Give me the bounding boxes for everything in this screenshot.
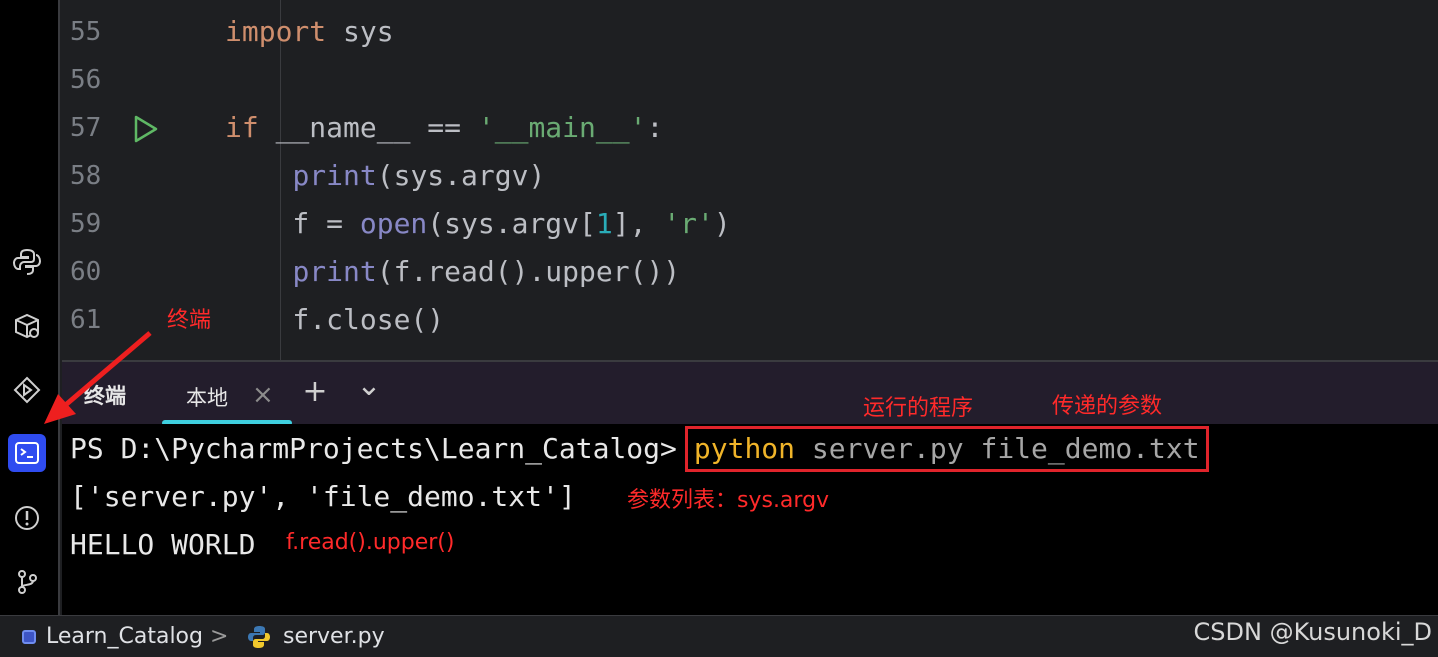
code-line[interactable]: 58 print(sys.argv) — [62, 152, 1438, 200]
git-icon[interactable] — [8, 563, 46, 601]
code-text: print(sys.argv) — [225, 152, 545, 200]
code-token: import — [225, 15, 327, 48]
annotation-argv: 参数列表：sys.argv — [627, 488, 830, 513]
line-number: 57 — [70, 113, 102, 143]
code-line[interactable]: 59 f = open(sys.argv[1], 'r') — [62, 200, 1438, 248]
terminal-command-line: PS D:\PycharmProjects\Learn_Catalog> pyth… — [70, 426, 1209, 472]
code-token: 'r' — [663, 207, 714, 240]
code-token: f = — [225, 207, 360, 240]
tab-local-label: 本地 — [186, 386, 228, 410]
code-token: print — [292, 255, 377, 288]
code-token: ) — [713, 207, 731, 240]
python-file-icon — [246, 624, 272, 656]
code-line[interactable]: 57 if __name__ == '__main__': — [62, 104, 1438, 152]
code-token: open — [359, 207, 428, 240]
command-program: python — [693, 432, 796, 465]
code-token: (sys.argv) — [376, 159, 546, 192]
code-line[interactable]: 56 — [62, 56, 1438, 104]
code-token: : — [646, 111, 664, 144]
close-icon[interactable]: × — [252, 380, 274, 410]
terminal-icon[interactable] — [8, 434, 46, 472]
code-token: 1 — [595, 207, 613, 240]
code-text: import sys — [225, 8, 394, 56]
line-number: 55 — [70, 17, 102, 47]
command-highlight-box: python server.py file_demo.txt — [684, 426, 1209, 472]
tool-window-bar — [0, 0, 60, 615]
terminal-tool-window-header: 终端 本地 × + ⌄ — [62, 360, 1438, 426]
annotation-terminal-label: 终端 — [167, 308, 212, 333]
run-icon[interactable] — [130, 114, 160, 144]
code-line[interactable]: 60 print(f.read().upper()) — [62, 248, 1438, 296]
line-number: 59 — [70, 209, 102, 239]
code-token: (f.read().upper()) — [376, 255, 681, 288]
code-token: print — [292, 159, 377, 192]
code-token: sys — [326, 15, 394, 48]
code-token: ], — [612, 207, 664, 240]
terminal-prompt: PS D:\PycharmProjects\Learn_Catalog> — [70, 432, 677, 465]
code-line[interactable]: 61 f.close() — [62, 296, 1438, 344]
code-text: print(f.read().upper()) — [225, 248, 680, 296]
services-icon[interactable] — [8, 371, 46, 409]
code-line[interactable]: 55 import sys — [62, 8, 1438, 56]
line-number: 61 — [70, 305, 102, 335]
code-text: f.close() — [225, 296, 444, 344]
code-token: (sys.argv[ — [427, 207, 596, 240]
project-icon — [22, 630, 36, 644]
watermark: CSDN @Kusunoki_D — [1193, 618, 1432, 646]
problems-icon[interactable] — [8, 499, 46, 537]
annotation-upper: f.read().upper() — [286, 530, 455, 555]
chevron-down-icon[interactable]: ⌄ — [352, 370, 386, 404]
tab-local[interactable]: 本地 × — [162, 362, 292, 426]
code-token: f.close() — [225, 303, 445, 336]
tool-window-title: 终端 — [84, 384, 126, 408]
new-tab-button[interactable]: + — [298, 376, 332, 410]
code-token: if — [225, 111, 259, 144]
breadcrumb-project[interactable]: Learn_Catalog — [46, 624, 203, 649]
breadcrumb-file[interactable]: server.py — [283, 624, 385, 649]
argv-output: ['server.py', 'file_demo.txt'] — [70, 480, 576, 513]
annotation-args: 传递的参数 — [1052, 394, 1163, 419]
terminal-output[interactable]: PS D:\PycharmProjects\Learn_Catalog> pyth… — [62, 424, 1438, 615]
line-number: 56 — [70, 65, 102, 95]
upper-output: HELLO WORLD — [70, 528, 256, 561]
code-token: __name__ == — [258, 111, 478, 144]
terminal-output-line: HELLO WORLD — [70, 522, 255, 568]
status-bar: Learn_Catalog > server.py CSDN @Kusunoki… — [0, 615, 1438, 657]
command-args: server.py file_demo.txt — [795, 432, 1200, 465]
code-editor[interactable]: 55 import sys 56 57 if __name__ == '__main__… — [62, 0, 1438, 360]
breadcrumb-separator: > — [210, 624, 229, 649]
python-console-icon[interactable] — [8, 243, 46, 281]
annotation-program: 运行的程序 — [863, 396, 974, 421]
line-number: 60 — [70, 257, 102, 287]
code-token: '__main__' — [477, 111, 647, 144]
code-text: if __name__ == '__main__': — [225, 104, 663, 152]
line-number: 58 — [70, 161, 102, 191]
terminal-output-line: ['server.py', 'file_demo.txt'] — [70, 474, 576, 520]
python-packages-icon[interactable] — [8, 307, 46, 345]
code-text: f = open(sys.argv[1], 'r') — [225, 200, 731, 248]
